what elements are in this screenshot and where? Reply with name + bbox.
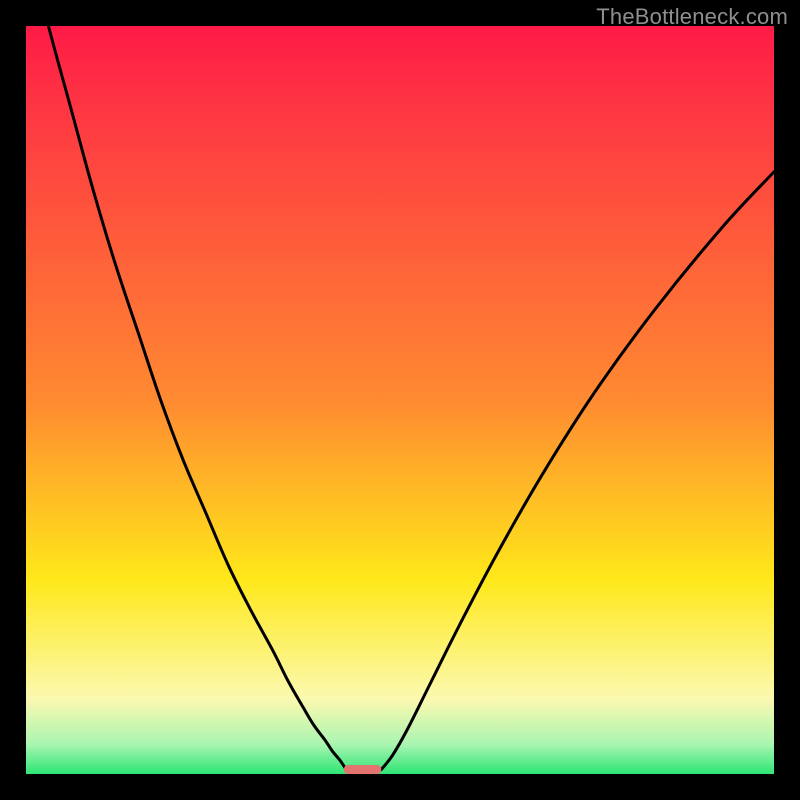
optimal-marker	[344, 765, 381, 774]
chart-lines	[26, 26, 774, 774]
bottleneck-curve-left	[26, 26, 346, 770]
chart-frame	[26, 26, 774, 774]
bottleneck-curve-right	[381, 172, 774, 770]
